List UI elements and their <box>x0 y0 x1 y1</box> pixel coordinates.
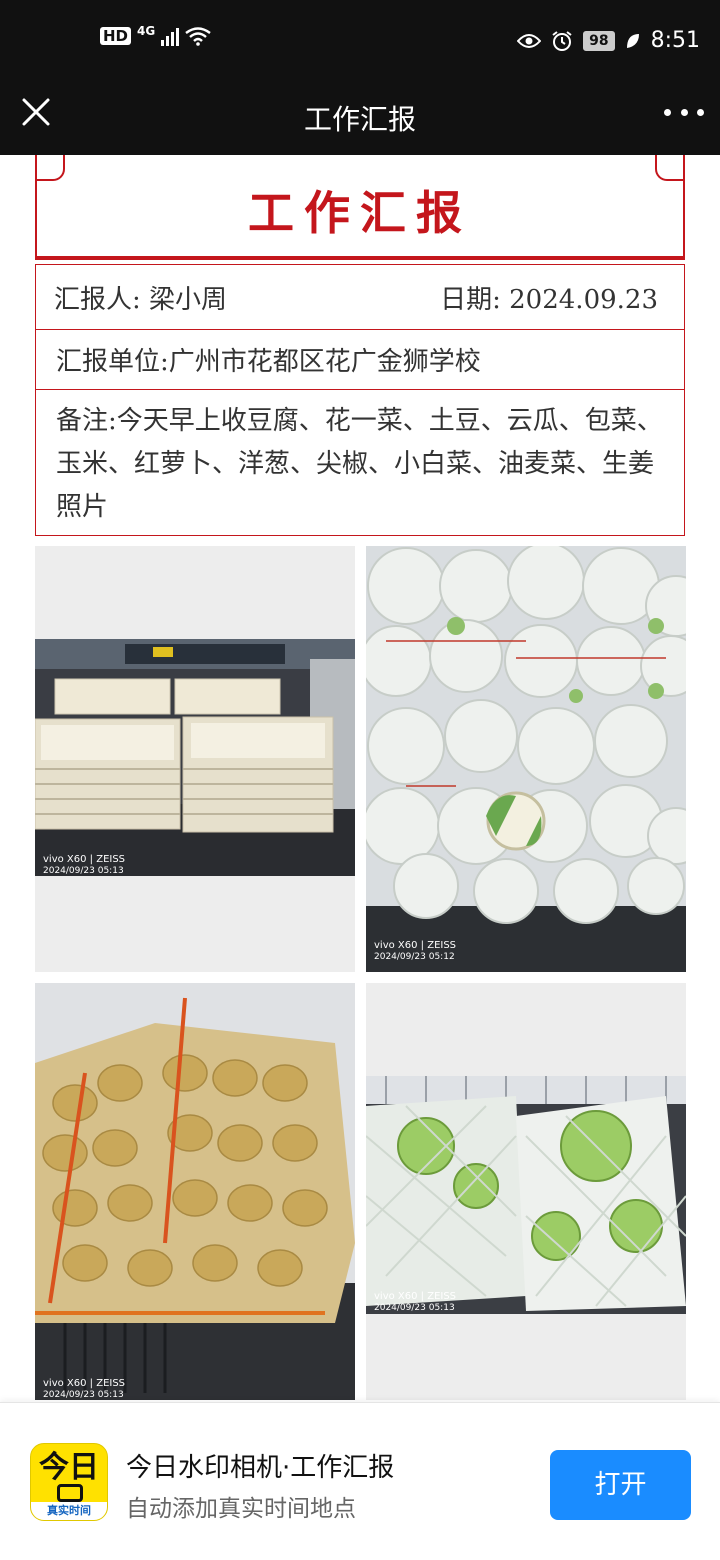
app-icon[interactable]: 今日 真实时间 <box>30 1443 108 1521</box>
photo-watermark: vivo X60 | ZEISS 2024/09/23 05:13 <box>43 854 126 876</box>
reporter-row: 汇报人: 梁小周 日期: 2024.09.23 <box>35 264 685 330</box>
app-description: 自动添加真实时间地点 <box>126 1496 356 1522</box>
camera-icon <box>57 1484 83 1502</box>
app-name: 今日水印相机·工作汇报 <box>126 1453 395 1483</box>
potato-sacks-image <box>35 983 355 1400</box>
tofu-trays-image <box>35 639 355 876</box>
report-note: 备注:今天早上收豆腐、花一菜、土豆、云瓜、包菜、玉米、红萝卜、洋葱、尖椒、小白菜… <box>56 406 663 522</box>
network-type: 4G <box>137 24 156 38</box>
photo-potatoes[interactable]: vivo X60 | ZEISS 2024/09/23 05:13 <box>35 983 355 1400</box>
status-right: 98 8:51 <box>517 28 700 53</box>
page-title: 工作汇报 <box>303 103 416 136</box>
decorative-corner <box>655 155 685 181</box>
photo-watermark: vivo X60 | ZEISS 2024/09/23 05:12 <box>374 940 457 962</box>
battery-indicator: 98 <box>583 30 615 51</box>
decorative-corner <box>35 155 65 181</box>
note-row: 备注:今天早上收豆腐、花一菜、土豆、云瓜、包菜、玉米、红萝卜、洋葱、尖椒、小白菜… <box>35 390 685 536</box>
photo-tofu[interactable]: vivo X60 | ZEISS 2024/09/23 05:13 <box>35 546 355 972</box>
alarm-icon <box>552 30 572 51</box>
status-left: HD 4G <box>100 24 211 46</box>
photo-cabbage[interactable]: vivo X60 | ZEISS 2024/09/23 05:13 <box>366 983 686 1400</box>
report-date: 日期: 2024.09.23 <box>440 284 658 315</box>
cabbage-bags-image <box>366 1076 686 1314</box>
photo-cauliflower[interactable]: vivo X60 | ZEISS 2024/09/23 05:12 <box>366 546 686 972</box>
report-card: 工作汇报 汇报人: 梁小周 日期: 2024.09.23 汇报单位:广州市花都区… <box>35 155 685 536</box>
report-title: 工作汇报 <box>248 186 472 240</box>
eye-icon <box>517 33 542 48</box>
photo-watermark: vivo X60 | ZEISS 2024/09/23 05:13 <box>374 1291 457 1313</box>
status-bar: HD 4G 98 8:51 <box>0 0 720 80</box>
photo-watermark: vivo X60 | ZEISS 2024/09/23 05:13 <box>43 1378 126 1400</box>
reporter: 汇报人: 梁小周 <box>54 284 228 315</box>
signal-icon <box>161 26 180 46</box>
wifi-icon <box>185 27 211 46</box>
more-menu-icon[interactable] <box>664 102 704 122</box>
leaf-icon <box>626 33 639 48</box>
cauliflower-bags-image <box>366 546 686 972</box>
app-promo-banner[interactable]: 今日 真实时间 今日水印相机·工作汇报 自动添加真实时间地点 打开 <box>0 1402 720 1560</box>
report-unit: 汇报单位:广州市花都区花广金狮学校 <box>56 347 481 377</box>
clock: 8:51 <box>650 28 700 53</box>
open-app-button[interactable]: 打开 <box>550 1450 691 1520</box>
report-header: 工作汇报 <box>35 155 685 260</box>
unit-row: 汇报单位:广州市花都区花广金狮学校 <box>35 330 685 390</box>
hd-badge: HD <box>100 27 132 45</box>
nav-bar: 工作汇报 <box>0 80 720 155</box>
